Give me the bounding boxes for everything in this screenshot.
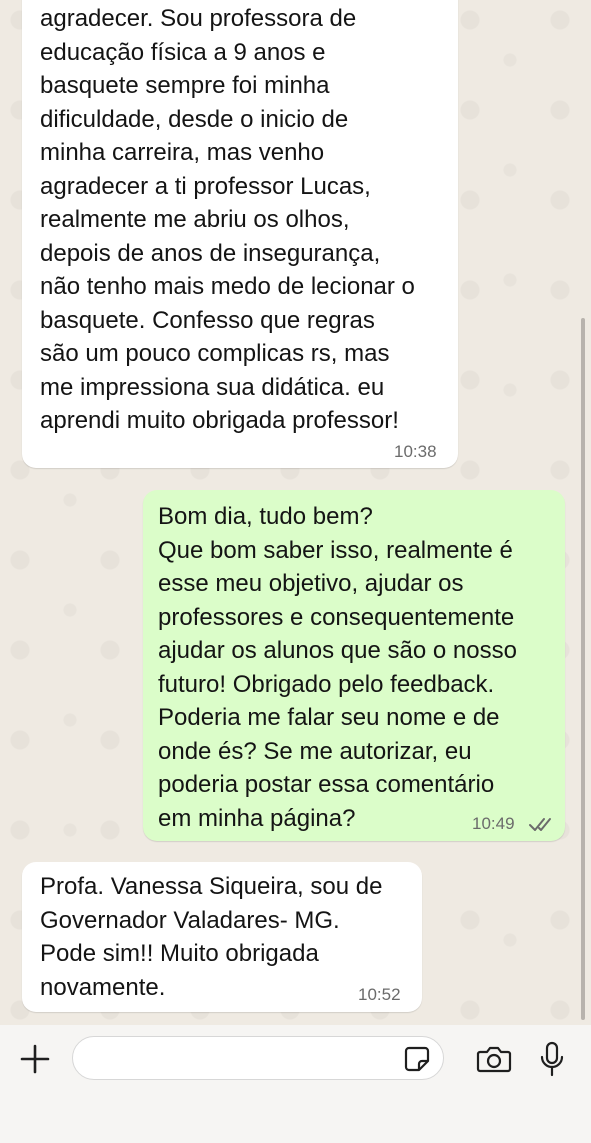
message-timestamp: 10:49 (472, 814, 515, 833)
camera-icon[interactable] (476, 1044, 512, 1074)
message-list[interactable]: agradecer. Sou professora de educação fí… (0, 0, 591, 1025)
message-input[interactable] (72, 1036, 444, 1080)
microphone-icon[interactable] (539, 1041, 565, 1077)
message-text: Profa. Vanessa Siqueira, sou de Governad… (40, 873, 383, 1001)
scrollbar[interactable] (581, 318, 585, 1020)
message-timestamp: 10:38 (394, 442, 437, 461)
message-text: agradecer. Sou professora de educação fí… (40, 5, 415, 434)
double-check-icon (529, 818, 551, 831)
message-bubble-incoming[interactable]: agradecer. Sou professora de educação fí… (22, 0, 458, 468)
message-bubble-outgoing[interactable]: Bom dia, tudo bem? Que bom saber isso, r… (143, 490, 565, 841)
message-text: Bom dia, tudo bem? Que bom saber isso, r… (158, 503, 517, 832)
message-timestamp: 10:52 (358, 985, 401, 1004)
plus-icon[interactable] (20, 1044, 50, 1074)
message-bubble-incoming[interactable]: Profa. Vanessa Siqueira, sou de Governad… (22, 862, 422, 1012)
sticker-icon[interactable] (403, 1045, 431, 1073)
